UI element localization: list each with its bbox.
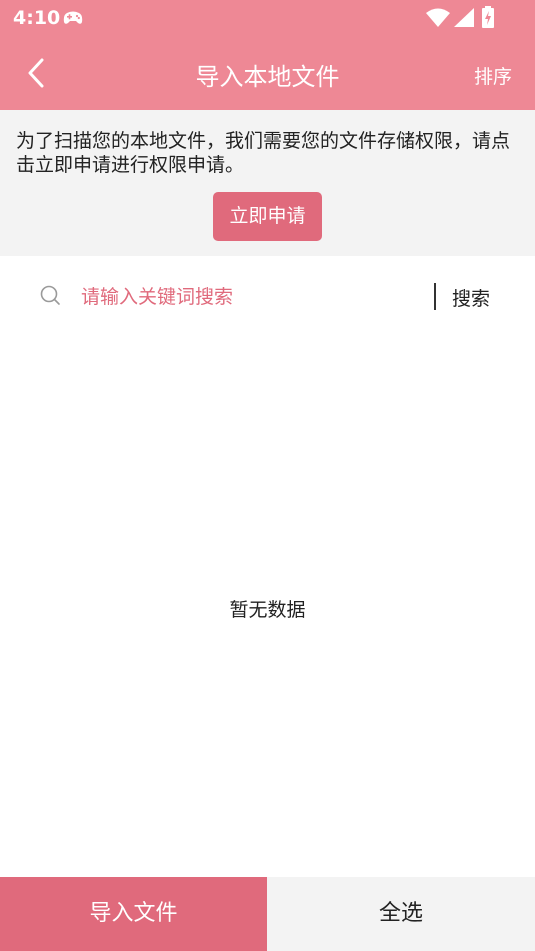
search-button[interactable]: 搜索 xyxy=(452,284,490,311)
permission-panel: 为了扫描您的本地文件，我们需要您的文件存储权限，请点击立即申请进行权限申请。 立… xyxy=(0,110,535,256)
status-bar: 4:10 xyxy=(0,0,535,36)
import-files-button[interactable]: 导入文件 xyxy=(0,877,267,951)
signal-icon xyxy=(454,8,474,32)
app-bar: 导入本地文件 排序 xyxy=(0,36,535,110)
request-permission-button[interactable]: 立即申请 xyxy=(213,192,322,241)
battery-icon xyxy=(481,6,495,32)
page-title: 导入本地文件 xyxy=(195,63,340,91)
search-bar: 搜索 xyxy=(0,256,535,336)
search-input[interactable] xyxy=(81,282,421,312)
wifi-icon xyxy=(426,8,450,32)
permission-message: 为了扫描您的本地文件，我们需要您的文件存储权限，请点击立即申请进行权限申请。 xyxy=(16,130,511,176)
empty-state-text: 暂无数据 xyxy=(229,599,306,621)
bottom-bar: 导入文件 全选 xyxy=(0,877,535,951)
search-icon xyxy=(40,285,62,311)
select-all-button[interactable]: 全选 xyxy=(267,877,535,951)
gamepad-icon xyxy=(63,10,83,29)
sort-button[interactable]: 排序 xyxy=(474,62,512,89)
status-time: 4:10 xyxy=(13,7,61,29)
search-divider xyxy=(434,283,436,310)
